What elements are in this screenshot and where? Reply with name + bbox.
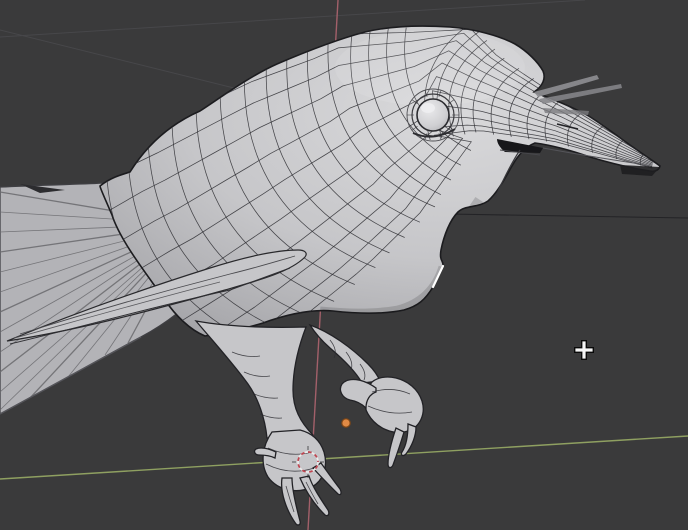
blender-3d-viewport[interactable] bbox=[0, 0, 688, 530]
object-origin-dot bbox=[341, 418, 351, 428]
